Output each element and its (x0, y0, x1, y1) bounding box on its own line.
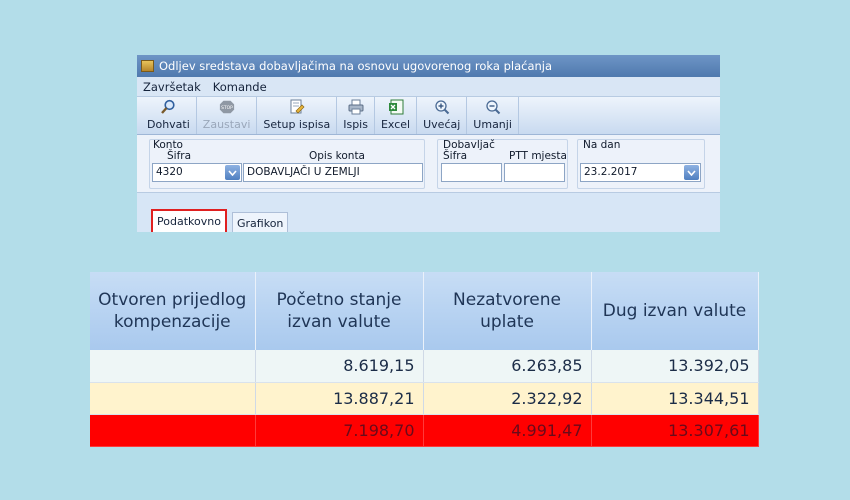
konto-select[interactable]: 4320 (152, 163, 242, 182)
col-header-nezatvorene-uplate[interactable]: Nezatvorene uplate (423, 272, 592, 350)
svg-text:STOP: STOP (221, 105, 233, 111)
chevron-down-icon[interactable] (684, 165, 699, 180)
title-bar[interactable]: Odljev sredstava dobavljačima na osnovu … (137, 55, 720, 77)
table-cell[interactable] (90, 382, 256, 415)
konto-value: 4320 (156, 166, 183, 178)
opis-konta-label: Opis konta (309, 150, 365, 162)
na-dan-date-picker[interactable]: 23.2.2017 (580, 163, 701, 182)
table-row-highlighted[interactable]: 7.198,70 4.991,47 13.307,61 (90, 414, 759, 447)
print-button[interactable]: Ispis (337, 97, 375, 134)
opis-konta-value: DOBAVLJAČI U ZEMLJI (247, 166, 360, 178)
zoom-in-button[interactable]: Uvećaj (417, 97, 468, 134)
window-title: Odljev sredstava dobavljačima na osnovu … (159, 59, 553, 73)
dob-sifra-field[interactable] (441, 163, 502, 182)
zoom-in-icon (434, 99, 450, 115)
fetch-label: Dohvati (147, 118, 190, 131)
table-cell[interactable] (90, 414, 256, 447)
ptt-label: PTT mjesta (509, 150, 567, 162)
table-cell[interactable]: 4.991,47 (423, 414, 592, 447)
table-cell[interactable]: 6.263,85 (423, 350, 592, 383)
stop-button[interactable]: STOP Zaustavi (197, 97, 258, 134)
menu-item-komande[interactable]: Komande (207, 80, 273, 94)
toolbar: Dohvati STOP Zaustavi Setup ispisa Ispis… (137, 97, 720, 135)
na-dan-label: Na dan (583, 139, 621, 151)
menu-item-zavrsetak[interactable]: Završetak (137, 80, 207, 94)
excel-label: Excel (380, 118, 411, 131)
printer-icon (348, 99, 364, 115)
report-window: Odljev sredstava dobavljačima na osnovu … (137, 55, 720, 232)
sifra-label: Šifra (167, 150, 192, 162)
col-header-dug-izvan-valute[interactable]: Dug izvan valute (591, 272, 759, 350)
zoom-in-label: Uvećaj (423, 118, 461, 131)
table-cell[interactable]: 13.307,61 (591, 414, 759, 447)
table-cell[interactable] (90, 350, 256, 383)
zoom-out-label: Umanji (473, 118, 512, 131)
opis-konta-field[interactable]: DOBAVLJAČI U ZEMLJI (243, 163, 423, 182)
table-cell[interactable]: 8.619,15 (255, 350, 424, 383)
table-cell[interactable]: 2.322,92 (423, 382, 592, 415)
stop-icon: STOP (219, 99, 235, 115)
filter-panel: Konto Šifra Opis konta 4320 DOBAVLJAČI U… (137, 135, 720, 193)
fetch-button[interactable]: Dohvati (141, 97, 197, 134)
print-label: Ispis (343, 118, 368, 131)
ptt-field[interactable] (504, 163, 565, 182)
tab-grafikon[interactable]: Grafikon (232, 212, 289, 232)
excel-button[interactable]: Excel (375, 97, 418, 134)
page-setup-icon (289, 99, 305, 115)
table-row[interactable]: 13.887,21 2.322,92 13.344,51 (90, 382, 759, 415)
menu-bar: Završetak Komande (137, 77, 720, 97)
na-dan-value: 23.2.2017 (584, 166, 638, 178)
magnifier-icon (160, 99, 176, 115)
tab-strip: Podatkovno Grafikon (137, 205, 720, 232)
dob-sifra-label: Šifra (443, 150, 468, 162)
header-row: Otvoren prijedlog kompenzacije Početno s… (90, 272, 759, 350)
zoom-out-button[interactable]: Umanji (467, 97, 519, 134)
table-cell[interactable]: 7.198,70 (255, 414, 424, 447)
setup-print-label: Setup ispisa (263, 118, 331, 131)
stop-label: Zaustavi (202, 118, 251, 131)
chevron-down-icon[interactable] (225, 165, 240, 180)
table-cell[interactable]: 13.887,21 (255, 382, 424, 415)
tab-podatkovno[interactable]: Podatkovno (151, 209, 227, 232)
col-header-pocetno-stanje[interactable]: Početno stanje izvan valute (255, 272, 424, 350)
zoom-out-icon (485, 99, 501, 115)
table-cell[interactable]: 13.392,05 (591, 350, 759, 383)
setup-print-button[interactable]: Setup ispisa (257, 97, 338, 134)
app-icon (141, 60, 154, 72)
col-header-otvoren-prijedlog[interactable]: Otvoren prijedlog kompenzacije (90, 272, 256, 350)
data-grid: Otvoren prijedlog kompenzacije Početno s… (90, 272, 759, 447)
table-row[interactable]: 8.619,15 6.263,85 13.392,05 (90, 350, 759, 383)
table-cell[interactable]: 13.344,51 (591, 382, 759, 415)
excel-icon (388, 99, 404, 115)
